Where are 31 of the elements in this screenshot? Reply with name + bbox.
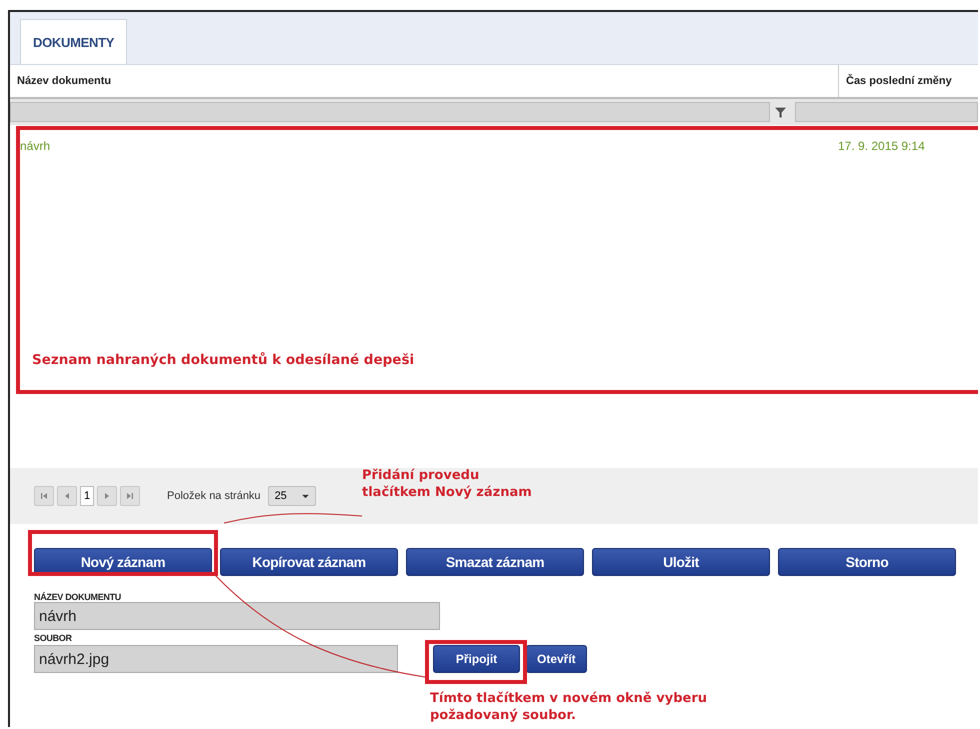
annotation-text: Tímto tlačítkem v novém okně vyberu požadovaný soubor. xyxy=(430,690,708,724)
field-label: SOUBOR xyxy=(34,633,73,643)
action-button[interactable]: Storno xyxy=(778,548,956,576)
file-button[interactable]: Otevřít xyxy=(526,645,587,673)
annotation-text: Seznam nahraných dokumentů k odesílané depeši xyxy=(32,352,414,369)
input-field[interactable]: návrh2.jpg xyxy=(34,645,398,673)
page-number[interactable]: 1 xyxy=(80,486,94,506)
next-page-button[interactable] xyxy=(97,486,117,506)
field-label: NÁZEV DOKUMENTU xyxy=(34,592,122,602)
table-cell-text: návrh xyxy=(19,139,52,153)
table-cell-text: 17. 9. 2015 9:14 xyxy=(838,139,926,153)
documents-tab[interactable]: DOKUMENTY xyxy=(20,19,128,64)
first-page-button[interactable] xyxy=(34,486,54,506)
first-page-icon xyxy=(39,491,49,501)
file-button[interactable]: Připojit xyxy=(433,645,520,673)
action-button[interactable]: Smazat záznam xyxy=(406,548,584,576)
last-page-icon xyxy=(125,491,135,501)
column-header[interactable]: Název dokumentu xyxy=(10,65,838,97)
filter-field[interactable] xyxy=(10,102,770,122)
action-button[interactable]: Kopírovat záznam xyxy=(220,548,398,576)
input-field[interactable]: návrh xyxy=(34,602,440,630)
last-page-button[interactable] xyxy=(120,486,140,506)
filter-field[interactable] xyxy=(795,102,978,122)
column-header[interactable]: Čas poslední změny xyxy=(838,65,978,97)
page-size-dropdown[interactable]: 25 xyxy=(268,486,316,506)
caret-icon xyxy=(302,494,309,498)
filter-icon[interactable] xyxy=(774,105,787,119)
page-size-label: Položek na stránku xyxy=(167,490,261,502)
action-button[interactable]: Uložit xyxy=(592,548,770,576)
previous-page-button[interactable] xyxy=(57,486,77,506)
annotation-text: Přidání provedu tlačítkem Nový záznam xyxy=(362,467,532,501)
